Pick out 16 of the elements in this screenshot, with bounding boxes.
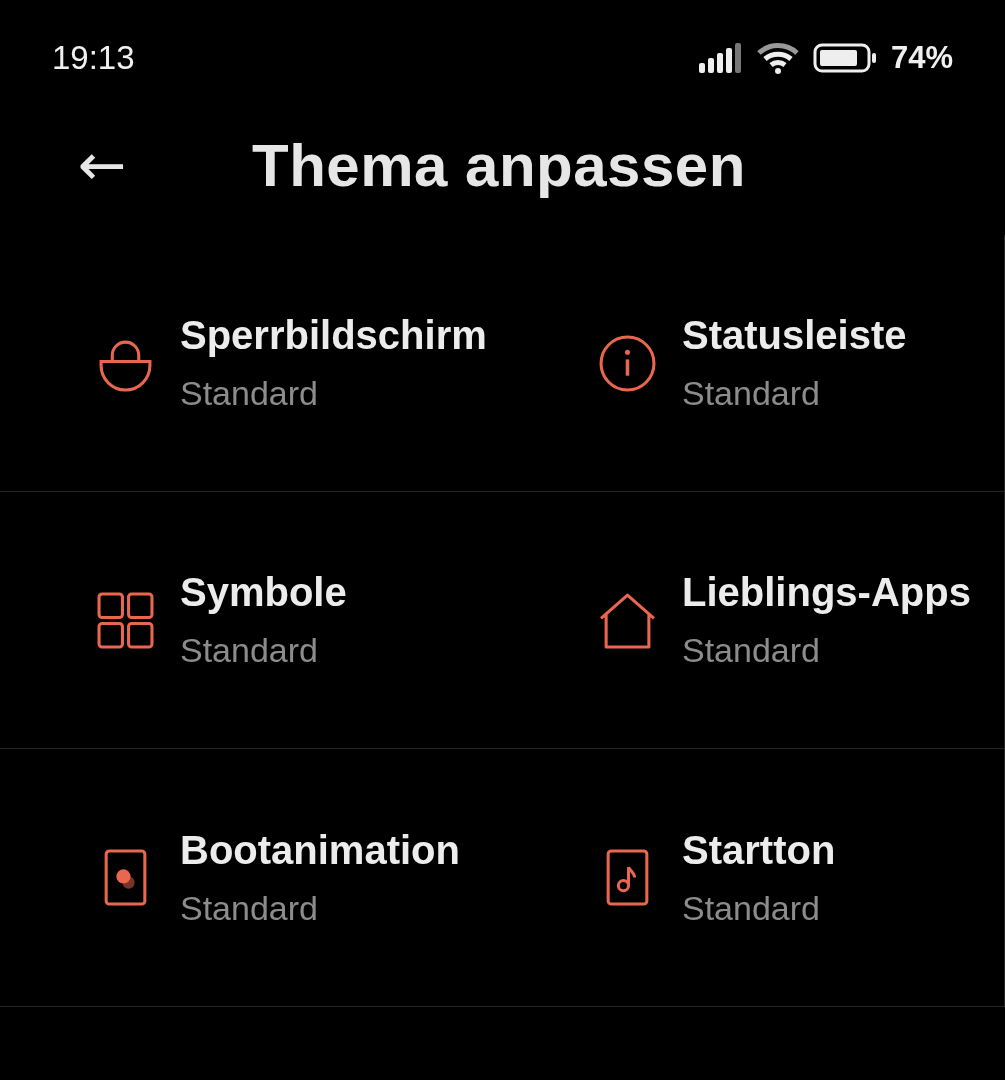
clock: 19:13 — [52, 38, 135, 77]
theme-option[interactable]: Bootanimation Standard — [0, 749, 502, 1006]
wifi-icon — [756, 41, 799, 74]
home-icon — [599, 591, 656, 649]
page-title: Thema anpassen — [252, 130, 746, 200]
theme-option[interactable]: Startton Standard — [502, 749, 1005, 1006]
theme-option[interactable]: Lieblings-Apps Standard — [502, 492, 1005, 749]
info-icon — [599, 334, 656, 392]
theme-option[interactable]: Sperrbildschirm Standard — [0, 235, 502, 492]
battery-icon — [812, 42, 877, 73]
theme-option[interactable]: Statusleiste Standard — [502, 235, 1005, 492]
theme-option[interactable]: Symbole Standard — [0, 492, 502, 749]
back-button[interactable]: ← — [70, 136, 134, 194]
grid-icon — [97, 591, 154, 649]
signal-icon — [698, 42, 743, 73]
battery-percentage: 74% — [890, 39, 953, 76]
